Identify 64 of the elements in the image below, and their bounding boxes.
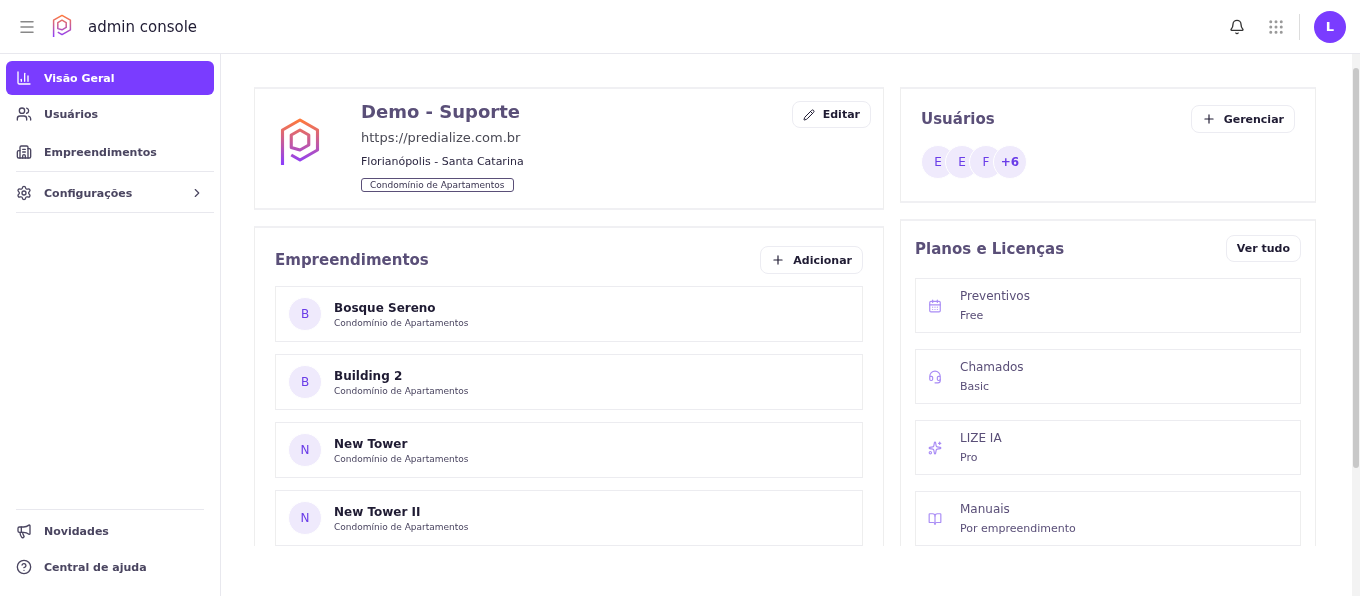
pencil-icon: [802, 108, 815, 121]
section-title: Usuários: [921, 110, 996, 128]
development-name: Bosque Sereno: [334, 300, 437, 315]
megaphone-icon: [16, 523, 32, 539]
plus-icon: [771, 253, 786, 267]
plan-row[interactable]: Chamados Basic: [915, 349, 1301, 404]
initial-avatar: B: [288, 365, 322, 399]
development-row[interactable]: B Building 2 Condomínio de Apartamentos: [275, 354, 863, 410]
development-row[interactable]: N New Tower II Condomínio de Apartamentos: [275, 490, 863, 546]
category-tag: Condomínio de Apartamentos: [361, 178, 514, 192]
bar-chart-icon: [16, 70, 32, 86]
development-row[interactable]: N New Tower Condomínio de Apartamentos: [275, 422, 863, 478]
user-avatar[interactable]: L: [1314, 10, 1346, 43]
initial-avatar: B: [288, 297, 322, 331]
scrollbar[interactable]: [1352, 54, 1360, 596]
calendar-icon: [928, 298, 942, 313]
manage-button[interactable]: Gerenciar: [1190, 105, 1295, 133]
sparkle-icon: [928, 440, 942, 455]
app-title: admin console: [88, 17, 198, 36]
organization-location: Florianópolis - Santa Catarina: [361, 155, 525, 168]
initial-avatar: N: [288, 501, 322, 535]
plus-icon: [1201, 112, 1216, 126]
plan-subtitle: Por empreendimento: [960, 522, 1076, 535]
plan-row[interactable]: Preventivos Free: [915, 278, 1301, 333]
section-title: Planos e Licenças: [915, 239, 1066, 258]
organization-url: https://predialize.com.br: [361, 130, 522, 145]
nav-item[interactable]: Configurações: [16, 174, 214, 213]
view-all-button[interactable]: Ver tudo: [1225, 235, 1301, 262]
apps-grid-icon[interactable]: [1267, 17, 1285, 36]
development-type: Condomínio de Apartamentos: [334, 317, 469, 328]
nav-item[interactable]: Visão Geral: [6, 61, 214, 95]
plan-name: Manuais: [960, 502, 1011, 516]
development-row[interactable]: B Bosque Sereno Condomínio de Apartamentos: [275, 286, 863, 342]
building-icon: [16, 144, 32, 160]
initial-avatar: N: [288, 433, 322, 467]
book-icon: [928, 511, 942, 526]
add-button[interactable]: Adicionar: [760, 246, 863, 274]
help-icon: [16, 559, 32, 575]
plan-row[interactable]: LIZE IA Pro: [915, 420, 1301, 475]
settings-icon: [16, 185, 32, 201]
development-type: Condomínio de Apartamentos: [334, 453, 469, 464]
development-name: New Tower: [334, 436, 409, 451]
plan-name: Preventivos: [960, 289, 1030, 303]
organization-name: Demo - Suporte: [361, 101, 521, 122]
plan-subtitle: Basic: [960, 380, 991, 393]
nav-item[interactable]: Central de ajuda: [6, 550, 214, 584]
plan-subtitle: Pro: [960, 451, 979, 464]
development-type: Condomínio de Apartamentos: [334, 385, 469, 396]
nav-item[interactable]: Usuários: [6, 97, 214, 131]
development-name: Building 2: [334, 368, 404, 383]
development-name: New Tower II: [334, 504, 422, 519]
plan-row[interactable]: Manuais Por empreendimento: [915, 491, 1301, 546]
bell-icon[interactable]: [1229, 18, 1245, 35]
users-icon: [16, 106, 32, 122]
plan-subtitle: Free: [960, 309, 985, 322]
edit-button[interactable]: Editar: [791, 101, 871, 128]
plan-name: LIZE IA: [960, 431, 1002, 445]
section-title: Empreendimentos: [275, 251, 430, 269]
user-initial-avatar: +6: [993, 145, 1027, 179]
headset-icon: [928, 369, 942, 384]
nav-item[interactable]: Novidades: [6, 514, 214, 548]
nav-item[interactable]: Empreendimentos: [16, 133, 214, 172]
development-type: Condomínio de Apartamentos: [334, 521, 469, 532]
plan-name: Chamados: [960, 360, 1024, 374]
